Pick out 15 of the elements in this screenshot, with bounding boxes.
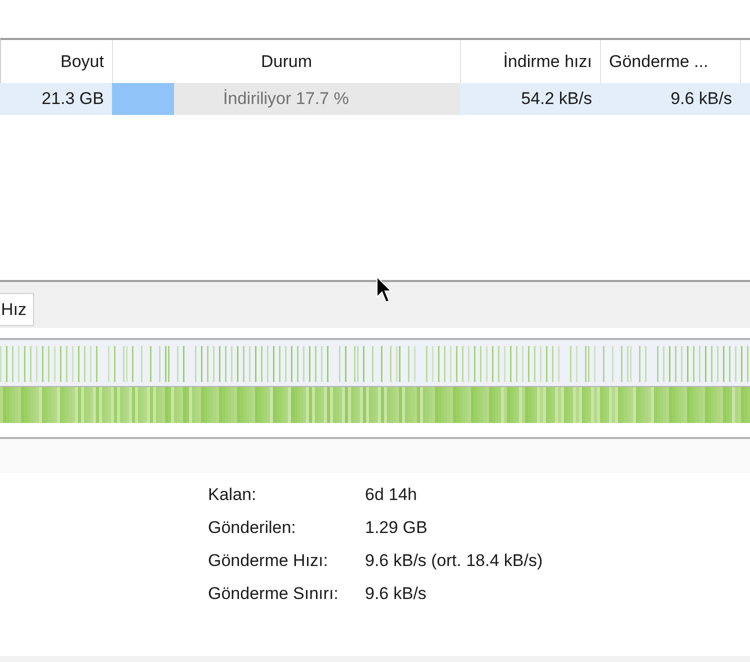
detail-value: 6d 14h (365, 484, 417, 506)
status-text: İndiriliyor 17.7 % (223, 88, 349, 110)
detail-value: 9.6 kB/s (ort. 18.4 kB/s) (365, 550, 543, 572)
tab[interactable]: Hız (0, 293, 34, 326)
detail-value: 9.6 kB/s (365, 583, 426, 606)
detail-label: Kalan: (208, 484, 258, 506)
detail-label: Gönderme Hızı: (208, 550, 329, 572)
table-cell-text: 9.6 kB/s (670, 88, 733, 110)
table-row[interactable]: 21.3 GB İndiriliyor 17.7 % 54.2 kB/s 9.6 kB/s (0, 83, 750, 115)
table-cell-text: 21.3 GB (40, 88, 105, 110)
table-cell-text: 54.2 kB/s (520, 88, 593, 110)
detail-value: 1.29 GB (365, 517, 428, 540)
detail-label: Gönderme Sınırı: (208, 583, 340, 606)
detail-label: Gönderilen: (208, 517, 297, 540)
cursor-icon (376, 276, 392, 304)
